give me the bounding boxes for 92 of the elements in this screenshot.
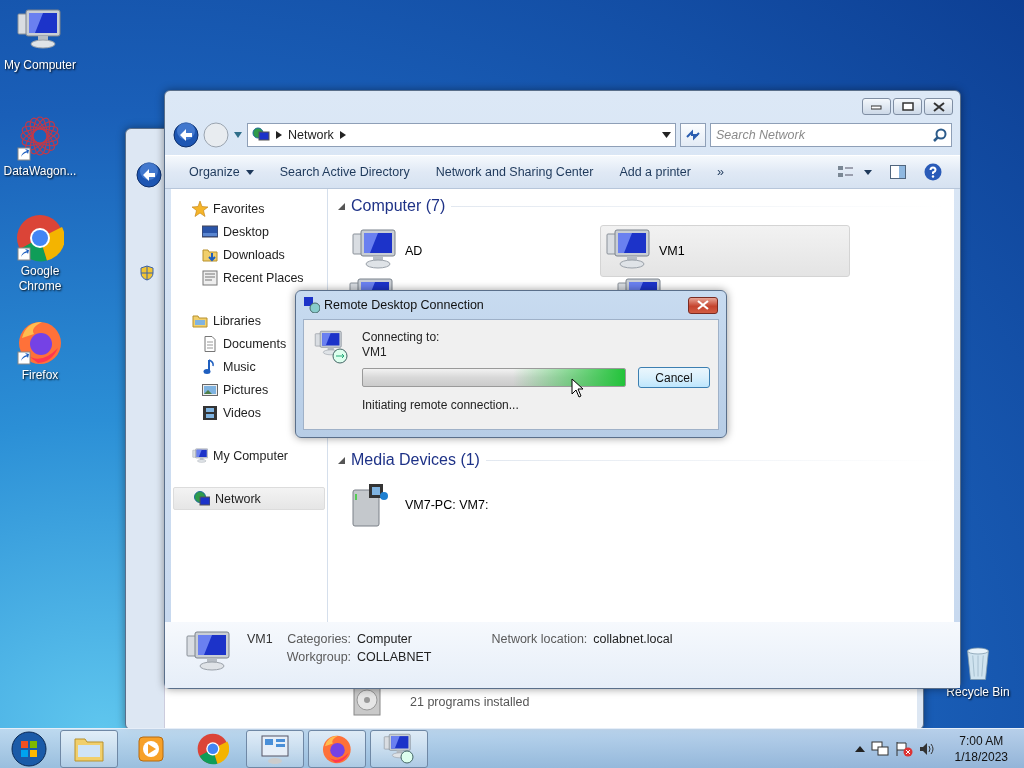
network-icon[interactable] — [870, 741, 889, 757]
shield-icon — [140, 265, 154, 281]
action-center-icon[interactable] — [894, 741, 913, 757]
close-icon — [697, 300, 709, 310]
picture-icon — [202, 381, 218, 398]
toolbar-button[interactable]: Organize — [177, 161, 266, 183]
restore-icon — [901, 101, 914, 112]
field-label: Network location: — [491, 632, 588, 648]
toolbar-button[interactable]: Network and Sharing Center — [423, 161, 606, 183]
toolbar-button[interactable]: Search Active Directory — [267, 161, 422, 183]
sidebar-item[interactable]: Downloads — [171, 243, 325, 266]
speaker-icon[interactable] — [918, 742, 935, 756]
computer-item[interactable]: AD — [346, 225, 596, 277]
item-label: AD — [405, 244, 423, 258]
field-value: COLLABNET — [357, 650, 432, 664]
field-value: collabnet.local — [593, 632, 673, 648]
sidebar-item[interactable]: Desktop — [171, 220, 325, 243]
remote-desktop-icon — [314, 330, 350, 366]
item-name: VM1 — [247, 632, 273, 646]
close-button[interactable] — [688, 296, 718, 314]
windows-logo-icon — [11, 731, 47, 767]
back-icon[interactable] — [136, 162, 162, 188]
clock-date[interactable]: 1/18/2023 — [954, 749, 1008, 765]
caret-icon — [245, 169, 254, 175]
sidebar-item[interactable]: Recent Places — [171, 266, 325, 289]
minimize-button[interactable] — [862, 98, 891, 115]
view-options-icon[interactable] — [838, 165, 872, 179]
refresh-button[interactable] — [680, 123, 706, 147]
field-label: Categories: — [286, 632, 352, 646]
dialog-title: Remote Desktop Connection — [324, 298, 484, 312]
control-panel-icon — [259, 733, 291, 765]
taskbar-button[interactable] — [370, 730, 428, 768]
media-player-icon — [135, 733, 167, 765]
close-button[interactable] — [924, 98, 953, 115]
chrome-icon — [197, 733, 229, 765]
film-icon — [202, 404, 218, 421]
collapse-icon[interactable] — [338, 202, 345, 210]
close-icon — [932, 101, 945, 112]
chevron-icon[interactable] — [339, 131, 346, 139]
status-text: Initiating remote connection... — [362, 398, 520, 412]
back-button[interactable] — [173, 122, 199, 148]
media-device-item[interactable]: VM7-PC: VM7: — [346, 479, 596, 531]
address-bar[interactable]: Network — [247, 123, 676, 147]
group-header[interactable]: Media Devices (1) — [351, 451, 480, 469]
computer-item[interactable]: VM1 — [600, 225, 850, 277]
icon-label: Google Chrome — [17, 264, 63, 294]
dialog-text: VM1 — [362, 345, 388, 360]
more-button[interactable]: » — [704, 161, 736, 183]
help-icon[interactable] — [924, 163, 942, 181]
toolbar-button[interactable]: Add a printer — [607, 161, 703, 183]
sidebar-item[interactable]: Network — [173, 487, 325, 510]
clock-time[interactable]: 7:00 AM — [959, 733, 1004, 749]
field-value: Computer — [357, 632, 413, 646]
item-label: VM1 — [659, 244, 685, 258]
computer-icon — [192, 447, 208, 464]
computer-icon — [616, 277, 664, 291]
collapse-icon[interactable] — [338, 456, 345, 464]
firefox-icon — [321, 733, 353, 765]
breadcrumb[interactable]: Network — [288, 128, 334, 142]
group-header[interactable]: Computer (7) — [351, 197, 446, 215]
document-icon — [202, 335, 218, 352]
network-icon — [194, 490, 210, 507]
folder-icon — [192, 312, 208, 329]
preview-pane-icon[interactable] — [890, 165, 906, 179]
dialog-text: Connecting to: — [362, 330, 441, 345]
field-label: Workgroup: — [286, 650, 352, 664]
remote-desktop-icon — [383, 733, 415, 765]
status-text: 21 programs installed — [410, 695, 530, 709]
icon-label: DataWagon... — [3, 164, 77, 179]
icon-label: My Computer — [4, 58, 76, 73]
taskbar-button[interactable] — [308, 730, 366, 768]
item-label: VM7-PC: VM7: — [405, 498, 489, 512]
search-icon[interactable] — [933, 128, 947, 142]
show-hidden-icons-icon[interactable] — [854, 746, 865, 752]
dropdown-icon[interactable] — [662, 132, 671, 138]
desktop-icon — [202, 223, 218, 240]
network-icon — [252, 127, 270, 143]
sidebar-item[interactable]: My Computer — [171, 444, 325, 467]
star-icon — [192, 200, 208, 217]
icon-label: Firefox — [21, 368, 59, 383]
chevron-icon[interactable] — [276, 131, 282, 139]
search-field[interactable]: Search Network — [710, 123, 952, 147]
remote-desktop-icon — [304, 297, 320, 313]
chrome-icon[interactable] — [16, 214, 64, 262]
refresh-icon — [685, 128, 701, 142]
sidebar-item[interactable]: Favorites — [171, 197, 325, 220]
mouse-cursor-icon — [571, 378, 585, 398]
computer-icon — [348, 277, 396, 291]
cancel-button[interactable]: Cancel — [638, 367, 710, 388]
folder-icon — [202, 246, 218, 263]
document-icon — [202, 269, 218, 286]
restore-button[interactable] — [893, 98, 922, 115]
